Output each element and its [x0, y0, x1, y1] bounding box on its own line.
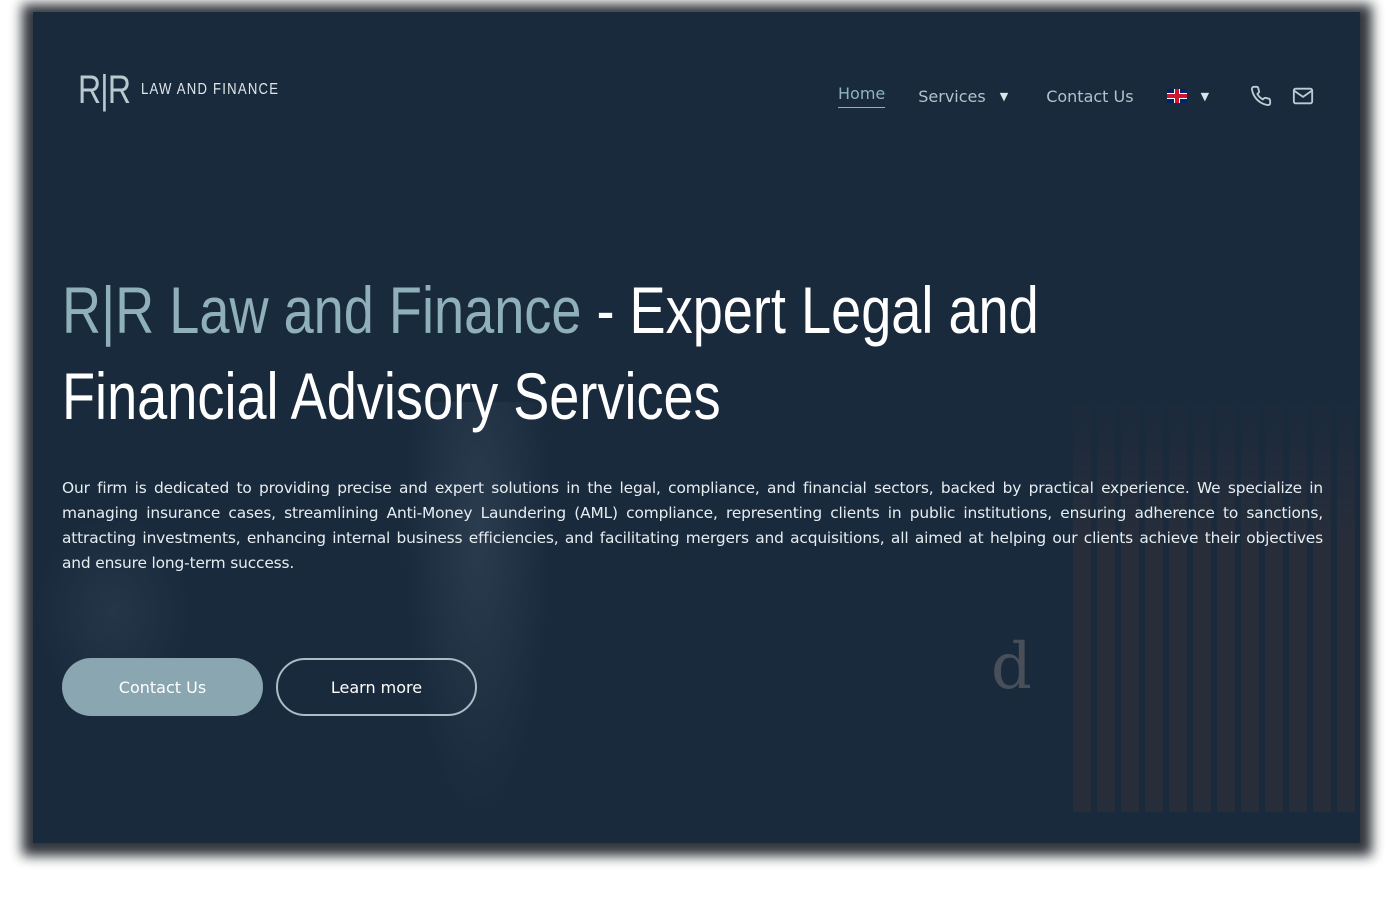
background-letter: d	[991, 630, 1032, 704]
learn-more-button[interactable]: Learn more	[276, 658, 477, 716]
nav-home[interactable]: Home	[838, 84, 886, 108]
contact-us-button[interactable]: Contact Us	[62, 658, 263, 716]
chevron-down-icon[interactable]: ▼	[1201, 90, 1209, 103]
nav-contact[interactable]: Contact Us	[1046, 87, 1133, 106]
uk-flag-icon[interactable]	[1166, 89, 1187, 103]
background-statue	[403, 402, 553, 822]
nav-services-menu[interactable]: Services ▼	[918, 87, 1008, 106]
hero-description: Our firm is dedicated to providing preci…	[62, 479, 1323, 572]
hero-section: d R|R LAW AND FINANCE Home Services ▼ Co…	[33, 12, 1360, 843]
mail-icon[interactable]	[1291, 84, 1315, 108]
hero-title: R|R Law and Finance - Expert Legal and F…	[62, 267, 1235, 439]
phone-icon[interactable]	[1249, 84, 1273, 108]
logo-mark: R|R	[78, 68, 131, 112]
nav-services[interactable]: Services	[918, 87, 985, 106]
chevron-down-icon[interactable]: ▼	[1000, 90, 1008, 103]
background-books	[1073, 392, 1360, 812]
site-logo[interactable]: R|R LAW AND FINANCE	[78, 70, 310, 110]
logo-text: LAW AND FINANCE	[141, 81, 280, 98]
language-selector[interactable]: ▼	[1166, 89, 1209, 103]
hero-title-brand: R|R Law and Finance	[62, 273, 582, 347]
main-nav: Home Services ▼ Contact Us ▼	[838, 84, 1315, 108]
